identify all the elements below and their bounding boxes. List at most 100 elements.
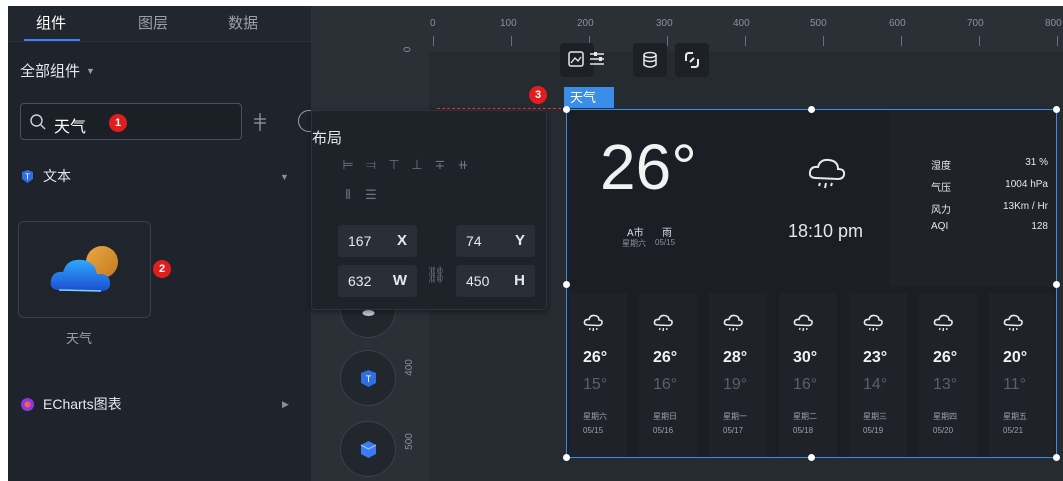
tab-layers[interactable]: 图层 — [138, 12, 168, 33]
forecast-low: 15° — [583, 376, 608, 393]
height-key: H — [514, 272, 525, 289]
rain-cloud-icon — [808, 158, 846, 189]
interaction-button[interactable] — [675, 43, 709, 77]
ruler-tick-label: 800 — [1045, 18, 1062, 29]
resize-handle-bl[interactable] — [563, 454, 570, 461]
forecast-weekday: 星期一 — [723, 412, 747, 421]
data-source-button[interactable] — [633, 43, 667, 77]
forecast-high: 28° — [723, 349, 748, 366]
mini-component-3[interactable] — [340, 421, 396, 477]
distribute-h-icon[interactable]: ⫴ — [338, 187, 358, 203]
wind-value: 13Km / Hr — [1002, 201, 1048, 212]
resize-handle-r[interactable] — [1053, 281, 1060, 288]
sort-icon[interactable] — [252, 112, 268, 132]
search-input[interactable]: 天气 — [20, 103, 242, 140]
height-field[interactable]: 450 H — [456, 265, 535, 297]
mini-component-2[interactable]: T — [340, 350, 396, 406]
forecast-high: 30° — [793, 349, 818, 366]
step-badge-1: 1 — [109, 114, 127, 132]
rain-cloud-icon — [723, 314, 743, 332]
forecast-date: 05/18 — [793, 426, 814, 435]
resize-handle-tr[interactable] — [1053, 106, 1060, 113]
svg-text:T: T — [366, 374, 372, 384]
y-field[interactable]: 74 Y — [456, 225, 535, 257]
y-value: 74 — [466, 233, 482, 249]
forecast-low: 13° — [933, 376, 958, 393]
lock-ratio-link-icon[interactable]: ⛓ — [426, 265, 446, 285]
expand-arrow-icon[interactable]: ▶ — [282, 399, 289, 410]
image-sliders-icon — [568, 51, 604, 67]
align-right-icon[interactable]: ⫤ — [361, 157, 381, 173]
layout-panel-title: 布局 — [312, 130, 343, 147]
ruler-tick-label: 0 — [430, 18, 436, 29]
align-left-icon[interactable]: ⊨ — [338, 157, 358, 173]
ruler-tick-label: 200 — [577, 18, 594, 29]
weather-card-label: 天气 — [66, 331, 93, 346]
forecast-high: 26° — [653, 349, 678, 366]
y-key: Y — [514, 232, 525, 249]
ruler-tick-label: 400 — [403, 359, 415, 376]
forecast-weekday: 星期五 — [1003, 412, 1027, 421]
align-bottom-icon[interactable]: ⊥ — [407, 157, 427, 173]
current-date: 05/15 — [655, 238, 676, 247]
ruler-tick-label: 300 — [656, 18, 673, 29]
forecast-day: 26° 13° 星期四 05/20 — [919, 293, 977, 457]
resize-handle-l[interactable] — [563, 281, 570, 288]
resize-handle-tl[interactable] — [563, 106, 570, 113]
rain-cloud-icon — [583, 314, 603, 332]
selected-component-label: 天气 — [564, 87, 614, 108]
ruler-tick — [823, 36, 824, 46]
forecast-weekday: 星期二 — [793, 412, 817, 421]
step-badge-3: 3 — [529, 86, 547, 104]
caret-down-icon: ▼ — [86, 66, 95, 76]
category-text-label: 文本 — [43, 168, 71, 184]
forecast-low: 11° — [1003, 376, 1027, 393]
pressure-label: 气压 — [931, 183, 951, 194]
ruler-tick-label: 500 — [403, 433, 415, 450]
all-components-dropdown[interactable]: 全部组件 ▼ — [20, 60, 95, 81]
city-name: A市 — [627, 228, 644, 239]
rain-cloud-icon — [863, 314, 883, 332]
weather-component-card[interactable] — [18, 221, 151, 318]
guide-line — [437, 108, 561, 109]
forecast-high: 23° — [863, 349, 888, 366]
ruler-tick-label: 700 — [967, 18, 984, 29]
rain-cloud-icon — [653, 314, 673, 332]
forecast-weekday: 星期三 — [863, 412, 887, 421]
all-components-label: 全部组件 — [20, 63, 81, 80]
width-field[interactable]: 632 W — [338, 265, 417, 297]
x-field[interactable]: 167 X — [338, 225, 417, 257]
resize-handle-b[interactable] — [808, 454, 815, 461]
tab-data[interactable]: 数据 — [228, 12, 258, 33]
ruler-tick-label: 100 — [500, 18, 517, 29]
forecast-low: 14° — [863, 376, 888, 393]
forecast-date: 05/17 — [723, 426, 744, 435]
forecast-high: 26° — [933, 349, 958, 366]
aqi-value: 128 — [1031, 221, 1048, 232]
weather-widget[interactable]: 26° A市 星期六 雨 05/15 18:10 pm 湿度 31 % 气压 1… — [563, 106, 1060, 461]
align-vcenter-icon[interactable]: ⧺ — [453, 157, 473, 173]
rain-cloud-icon — [1003, 314, 1023, 332]
echarts-category-icon — [21, 398, 34, 411]
resize-handle-br[interactable] — [1053, 454, 1060, 461]
tab-components[interactable]: 组件 — [36, 12, 66, 33]
current-condition: 雨 — [662, 228, 672, 239]
category-text[interactable]: T 文本 — [20, 166, 71, 186]
category-echarts[interactable]: ECharts图表 — [20, 394, 122, 414]
width-value: 632 — [348, 273, 372, 289]
ruler-tick — [979, 36, 980, 46]
collapse-arrow-icon[interactable]: ▼ — [280, 172, 289, 182]
forecast-date: 05/21 — [1003, 426, 1024, 435]
align-toolbar: ⊨ ⫤ ⊤ ⊥ ∓ ⧺ — [338, 157, 476, 173]
align-hcenter-icon[interactable]: ∓ — [430, 157, 450, 173]
ruler-tick-label: 600 — [889, 18, 906, 29]
weather-cloud-icon — [50, 246, 118, 292]
forecast-day: 30° 16° 星期二 05/18 — [779, 293, 837, 457]
distribute-v-icon[interactable]: ☰ — [361, 187, 381, 203]
image-settings-button[interactable] — [560, 43, 604, 77]
ruler-tick-label: 500 — [810, 18, 827, 29]
align-top-icon[interactable]: ⊤ — [384, 157, 404, 173]
forecast-weekday: 星期六 — [583, 412, 607, 421]
resize-handle-t[interactable] — [808, 106, 815, 113]
component-panel: 组件 图层 数据 全部组件 ▼ 天气 1 T 文本 ▼ 2 天气 ECharts… — [8, 6, 320, 481]
